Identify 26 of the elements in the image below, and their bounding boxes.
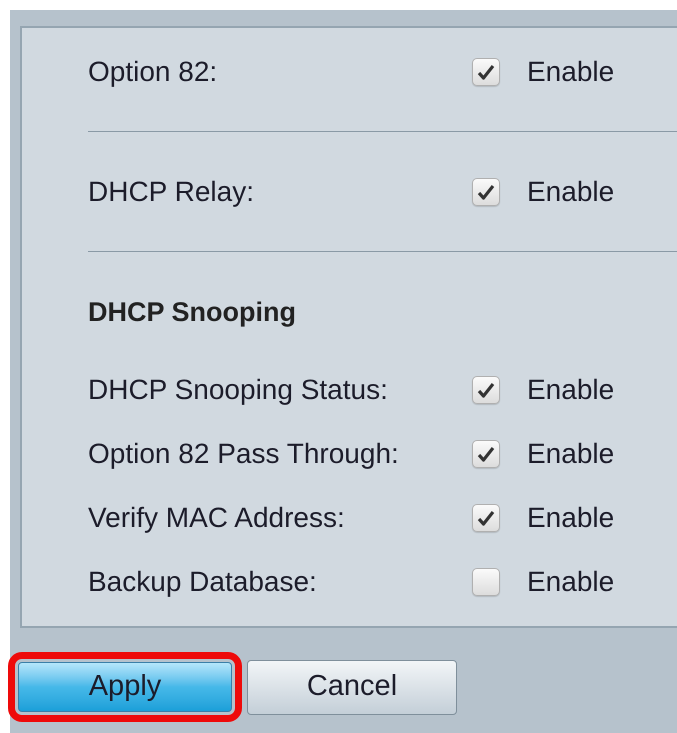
section-heading: DHCP Snooping: [88, 296, 296, 329]
checkbox[interactable]: [472, 440, 500, 468]
checkmark-icon: [477, 184, 495, 200]
checkmark-icon: [477, 510, 495, 526]
apply-button[interactable]: Apply: [18, 662, 232, 712]
checkbox-label: Enable: [527, 175, 614, 209]
setting-label: DHCP Relay:: [88, 175, 255, 209]
setting-label: Verify MAC Address:: [88, 501, 346, 535]
checkbox[interactable]: [472, 568, 500, 596]
checkbox[interactable]: [472, 178, 500, 206]
checkbox-label: Enable: [527, 437, 614, 471]
checkbox-label: Enable: [527, 373, 614, 407]
setting-label: Option 82:: [88, 55, 218, 89]
checkbox-label: Enable: [527, 501, 614, 535]
checkmark-icon: [477, 382, 495, 398]
checkbox[interactable]: [472, 376, 500, 404]
setting-label: Backup Database:: [88, 565, 318, 599]
cancel-button[interactable]: Cancel: [247, 660, 457, 714]
checkbox[interactable]: [472, 58, 500, 86]
setting-label: DHCP Snooping Status:: [88, 373, 389, 407]
checkmark-icon: [477, 64, 495, 80]
checkmark-icon: [477, 446, 495, 462]
setting-label: Option 82 Pass Through:: [88, 437, 400, 471]
checkbox-label: Enable: [527, 565, 614, 599]
checkbox-label: Enable: [527, 55, 614, 89]
checkbox[interactable]: [472, 504, 500, 532]
